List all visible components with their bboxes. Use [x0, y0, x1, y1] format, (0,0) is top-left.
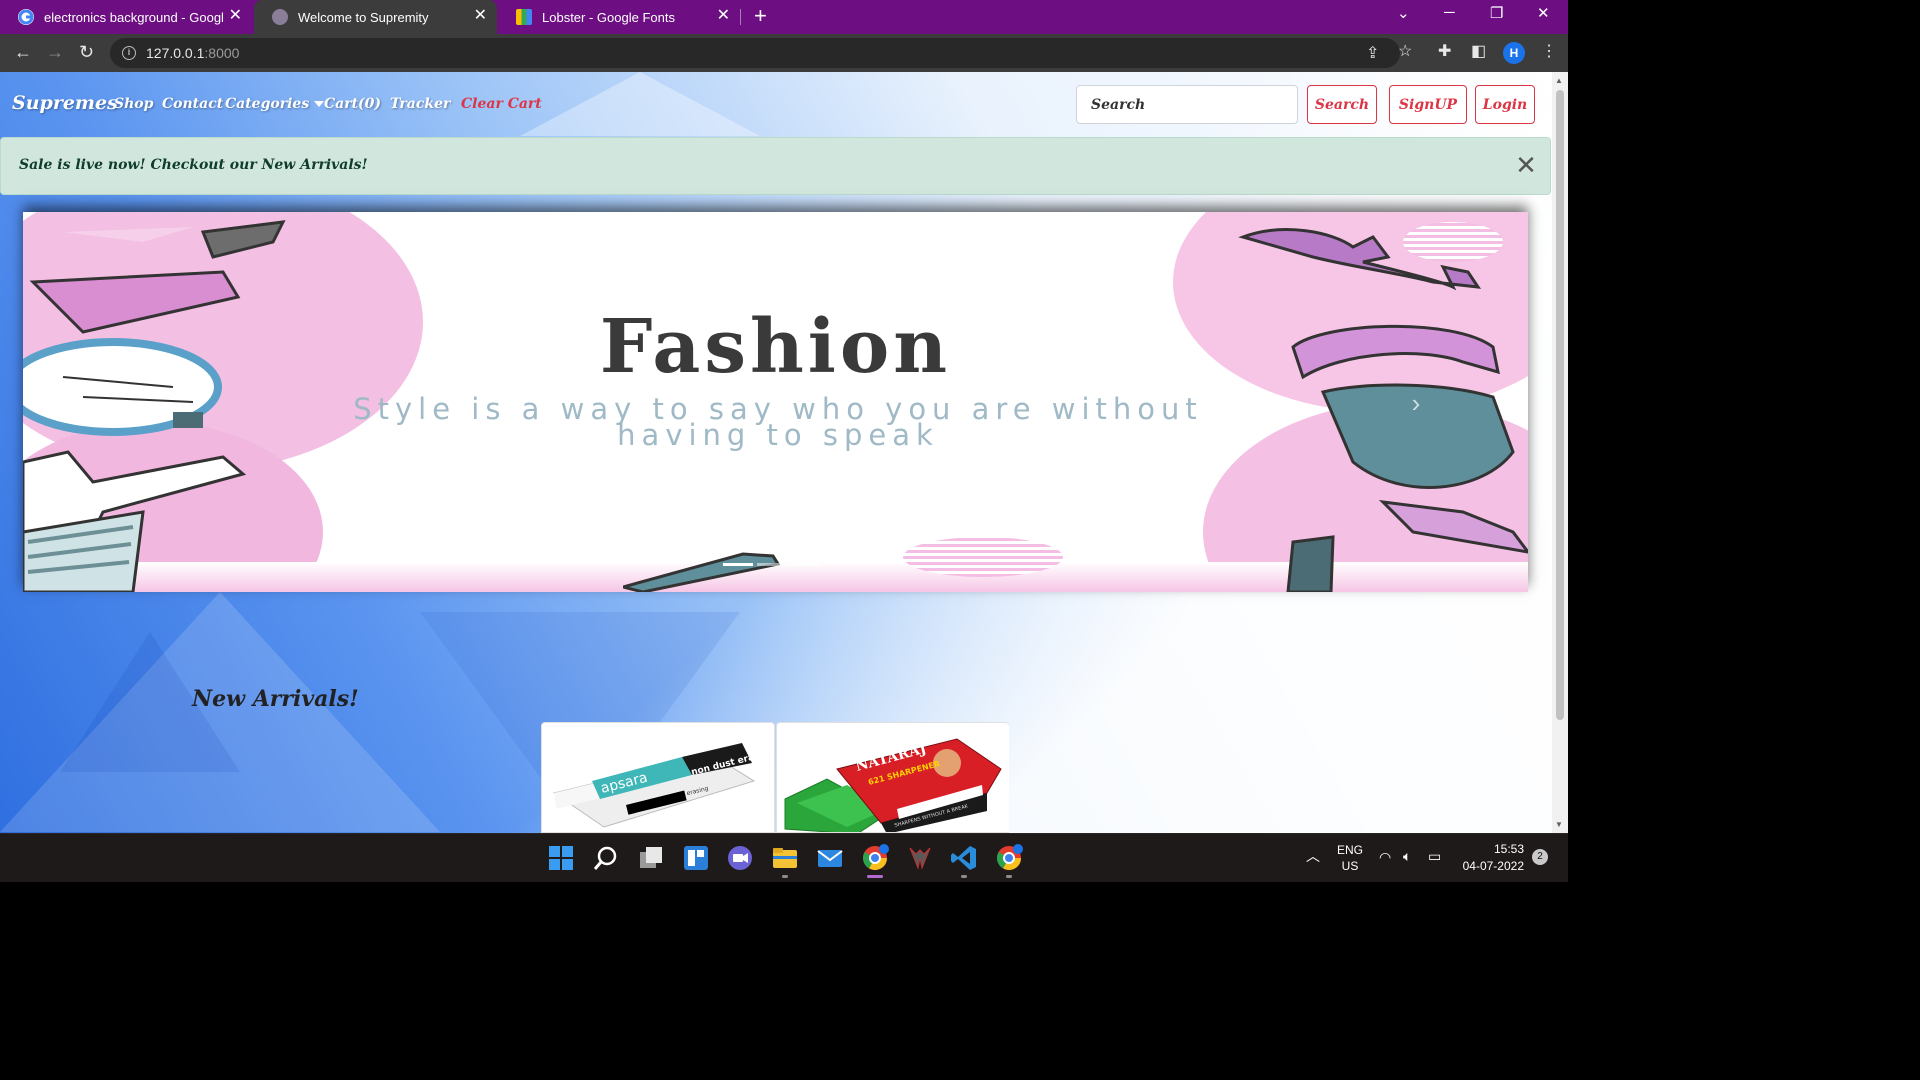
- extensions-puzzle-icon[interactable]: ✚: [1438, 43, 1451, 61]
- site-favicon-icon: [272, 9, 288, 25]
- new-arrivals-heading: New Arrivals!: [192, 686, 359, 712]
- new-tab-icon[interactable]: +: [754, 5, 767, 27]
- tab-title: Lobster - Google Fonts: [542, 9, 675, 25]
- battery-icon[interactable]: ▭: [1428, 848, 1441, 865]
- carousel-indicator[interactable]: [791, 563, 821, 566]
- search-input[interactable]: [1076, 85, 1298, 124]
- url-text: 127.0.0.1:8000: [146, 45, 240, 61]
- striped-dot: [903, 537, 1063, 577]
- carousel-indicators: [723, 563, 821, 566]
- hero-carousel: Fashion Style is a way to say who you ar…: [23, 212, 1528, 592]
- forward-arrow-icon[interactable]: →: [46, 42, 64, 62]
- mail-icon[interactable]: [816, 844, 844, 872]
- tab-electronics[interactable]: electronics background - Google ✕: [0, 0, 252, 34]
- side-panel-icon[interactable]: ◧: [1471, 43, 1486, 61]
- tab-separator: [740, 9, 741, 25]
- search-icon[interactable]: [592, 844, 620, 872]
- carousel-indicator[interactable]: [757, 563, 787, 566]
- fashion-illustration-left: [23, 220, 286, 592]
- tab-supremity[interactable]: Welcome to Supremity ✕: [254, 0, 497, 34]
- task-view-icon[interactable]: [637, 844, 665, 872]
- running-indicator: [782, 875, 788, 878]
- lipstick-illustration: [623, 552, 781, 592]
- clear-cart-button[interactable]: Clear Cart: [461, 96, 542, 112]
- google-icon: [18, 9, 34, 25]
- minimize-icon[interactable]: ─: [1444, 4, 1455, 21]
- input-language[interactable]: ENG: [1333, 843, 1367, 857]
- tab-title: electronics background - Google: [44, 9, 224, 25]
- predator-sense-icon[interactable]: [906, 844, 934, 872]
- window-close-icon[interactable]: ✕: [1537, 4, 1550, 22]
- nav-contact[interactable]: Contact: [162, 96, 223, 112]
- alert-message: Sale is live now! Checkout our New Arriv…: [19, 157, 368, 173]
- nav-categories-label: Categories: [225, 96, 310, 112]
- tab-title: Welcome to Supremity: [298, 9, 429, 25]
- nav-shop[interactable]: Shop: [114, 96, 153, 112]
- page-viewport: Supremes Shop Contact Categories Cart(0)…: [0, 72, 1552, 833]
- brand-logo[interactable]: Supremes: [12, 92, 118, 114]
- slide-title: Fashion: [599, 304, 952, 390]
- reload-icon[interactable]: ↻: [79, 42, 94, 62]
- input-region: US: [1341, 859, 1359, 873]
- tab-strip: electronics background - Google ✕ Welcom…: [0, 0, 1568, 34]
- wifi-icon[interactable]: ◠: [1379, 849, 1391, 866]
- chrome-icon[interactable]: [995, 844, 1023, 872]
- sale-alert: Sale is live now! Checkout our New Arriv…: [0, 137, 1551, 195]
- site-navbar: Supremes Shop Contact Categories Cart(0)…: [0, 72, 1552, 136]
- caret-down-icon: [314, 101, 325, 107]
- page-scrollbar[interactable]: ▲ ▼: [1552, 72, 1568, 833]
- nav-tracker[interactable]: Tracker: [390, 96, 450, 112]
- scroll-up-icon[interactable]: ▲: [1555, 76, 1563, 85]
- sharpener-image: NATARAJ 621 SHARPENER SHARPENS WITHOUT A…: [784, 738, 1002, 832]
- nav-categories-dropdown[interactable]: Categories: [225, 96, 325, 112]
- scroll-down-icon[interactable]: ▼: [1555, 820, 1563, 829]
- share-icon[interactable]: ⇪: [1366, 45, 1379, 63]
- windows-start-icon[interactable]: [547, 844, 575, 872]
- eraser-image: apsara non dust eraser for neat and clea…: [552, 743, 771, 828]
- product-card-eraser[interactable]: apsara non dust eraser for neat and clea…: [541, 722, 775, 833]
- carousel-prev-icon[interactable]: ‹: [33, 382, 63, 412]
- volume-icon[interactable]: 🔈︎: [1403, 848, 1411, 865]
- close-icon[interactable]: ✕: [717, 8, 730, 24]
- notification-badge[interactable]: 2: [1532, 849, 1548, 865]
- show-hidden-icons-icon[interactable]: ︿: [1306, 846, 1320, 866]
- profile-avatar[interactable]: H: [1503, 42, 1525, 64]
- running-indicator: [1006, 875, 1012, 878]
- close-icon[interactable]: ✕: [229, 8, 242, 24]
- active-indicator: [867, 875, 883, 878]
- google-fonts-icon: [516, 9, 532, 25]
- login-button[interactable]: Login: [1475, 85, 1535, 124]
- running-indicator: [961, 875, 967, 878]
- bookmark-star-icon[interactable]: ☆: [1398, 43, 1412, 61]
- back-arrow-icon[interactable]: ←: [14, 42, 32, 62]
- teams-chat-icon[interactable]: [726, 844, 754, 872]
- carousel-indicator[interactable]: [723, 563, 753, 566]
- clock-time[interactable]: 15:53: [1460, 842, 1524, 856]
- file-explorer-icon[interactable]: [771, 844, 799, 872]
- chrome-profile-icon[interactable]: [861, 844, 889, 872]
- menu-kebab-icon[interactable]: ⋮: [1541, 43, 1557, 61]
- address-bar[interactable]: i 127.0.0.1:8000 ⇪: [110, 38, 1400, 68]
- slide-subtitle: Style is a way to say who you are withou…: [353, 392, 1203, 452]
- clock-date[interactable]: 04-07-2022: [1454, 859, 1524, 873]
- fashion-illustration-right: [1238, 228, 1528, 592]
- search-button[interactable]: Search: [1307, 85, 1377, 124]
- site-info-icon[interactable]: i: [122, 46, 136, 60]
- widgets-icon[interactable]: [682, 844, 710, 872]
- windows-taskbar: ︿ ENG US ◠ 🔈︎ ▭ 15:53 04-07-2022: [0, 833, 1568, 882]
- tab-search-chevron-icon[interactable]: ⌄: [1397, 4, 1410, 22]
- carousel-next-icon[interactable]: ›: [1401, 388, 1431, 418]
- signup-button[interactable]: SignUP: [1389, 85, 1467, 124]
- close-icon[interactable]: ✕: [474, 8, 487, 24]
- close-icon[interactable]: ✕: [1513, 152, 1539, 178]
- tab-lobster[interactable]: Lobster - Google Fonts ✕: [498, 0, 740, 34]
- browser-toolbar: ← → ↻ i 127.0.0.1:8000 ⇪ ☆ ✚ ◧ H ⋮: [0, 34, 1568, 72]
- restore-icon[interactable]: ❐: [1490, 4, 1503, 22]
- vscode-icon[interactable]: [950, 844, 978, 872]
- scroll-thumb[interactable]: [1556, 90, 1564, 720]
- nav-cart[interactable]: Cart(0): [324, 96, 381, 112]
- product-card-sharpener[interactable]: NATARAJ 621 SHARPENER SHARPENS WITHOUT A…: [776, 722, 1009, 833]
